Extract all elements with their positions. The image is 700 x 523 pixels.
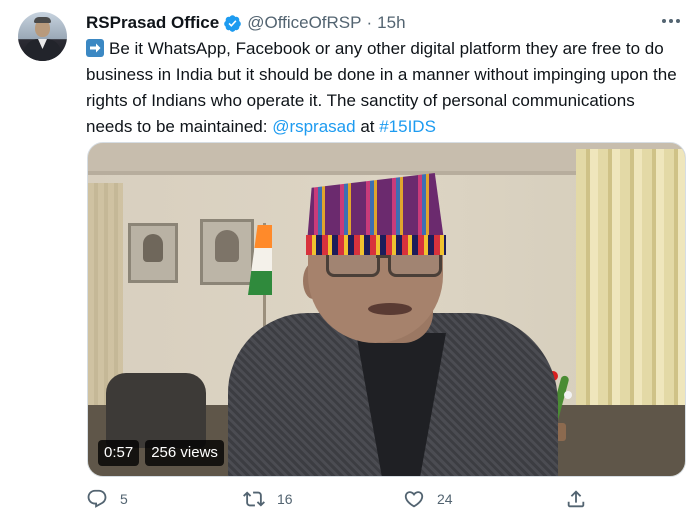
arrow-right-emoji-icon	[86, 39, 104, 57]
avatar-hair	[34, 17, 51, 23]
tweet-text: Be it WhatsApp, Facebook or any other di…	[86, 36, 684, 140]
video-portrait-frame	[200, 219, 254, 285]
more-dot	[676, 19, 680, 23]
video-chair	[106, 373, 206, 448]
separator-dot: ·	[366, 13, 373, 32]
speaker-cap-band	[306, 235, 446, 255]
reply-icon	[87, 489, 107, 508]
video-views: 256 views	[145, 440, 224, 466]
handle[interactable]: @OfficeOfRSP	[247, 13, 361, 33]
share-icon	[567, 490, 585, 508]
timestamp[interactable]: 15h	[377, 13, 405, 33]
like-icon	[404, 491, 424, 508]
portrait-figure	[143, 234, 163, 262]
video-overlay: 0:57 256 views	[98, 440, 224, 466]
speaker-mouth	[368, 303, 412, 315]
portrait-figure	[215, 230, 239, 262]
retweet-count: 16	[277, 491, 293, 507]
share-button[interactable]	[565, 478, 587, 520]
more-icon[interactable]	[660, 14, 682, 28]
tweet-header: RSPrasad Office @OfficeOfRSP · 15h	[86, 10, 406, 36]
tweet-body-mid: at	[355, 117, 380, 136]
hashtag-link[interactable]: #15IDS	[379, 117, 436, 136]
like-count: 24	[437, 491, 453, 507]
more-dot	[662, 19, 666, 23]
tweet-actions: 5 16 24	[86, 478, 686, 520]
mention-link[interactable]: @rsprasad	[272, 117, 355, 136]
glasses-bridge	[376, 255, 388, 258]
retweet-icon	[243, 491, 265, 507]
video-player[interactable]: 0:57 256 views	[87, 142, 686, 477]
video-portrait-frame	[128, 223, 178, 283]
reply-count: 5	[120, 491, 128, 507]
display-name[interactable]: RSPrasad Office	[86, 13, 219, 33]
like-button[interactable]: 24	[403, 478, 453, 520]
verified-badge-icon	[224, 14, 242, 32]
plant-flower	[564, 391, 572, 399]
retweet-button[interactable]: 16	[243, 478, 293, 520]
more-dot	[669, 19, 673, 23]
reply-button[interactable]: 5	[86, 478, 128, 520]
avatar[interactable]	[18, 12, 67, 61]
video-duration: 0:57	[98, 440, 140, 466]
